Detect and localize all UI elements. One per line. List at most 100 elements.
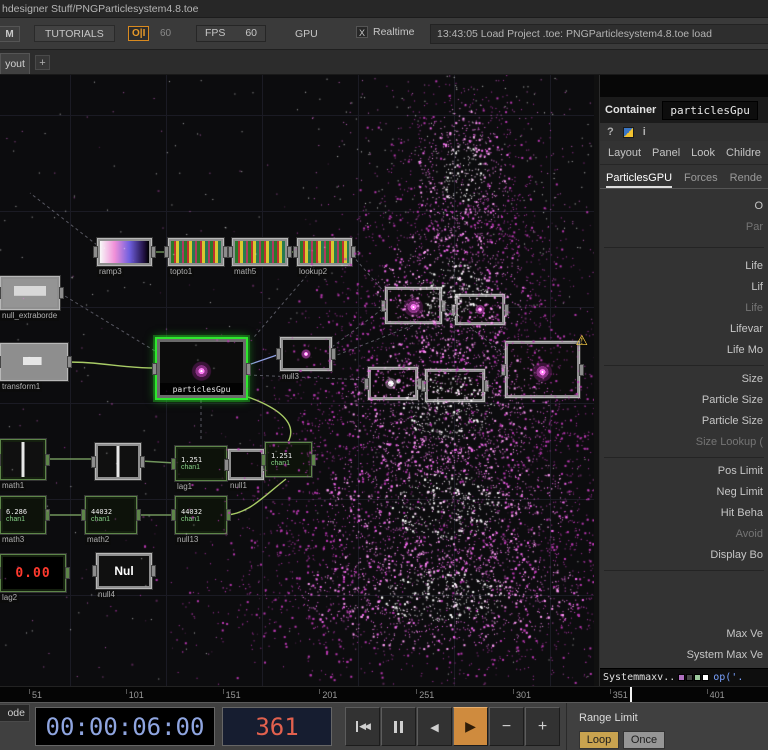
python-icon[interactable] bbox=[622, 126, 634, 138]
node-top-b[interactable] bbox=[451, 294, 509, 325]
param-label[interactable]: Par bbox=[600, 217, 768, 238]
node-ramp3[interactable]: ramp3 bbox=[93, 238, 156, 277]
param-page-forces[interactable]: Forces bbox=[684, 172, 718, 188]
menu-button-m[interactable]: M bbox=[0, 26, 20, 42]
node-lag2[interactable]: 0.00 lag2 bbox=[0, 554, 70, 603]
node-text: Nul bbox=[99, 556, 149, 586]
menu-bar: M TUTORIALS O|I 60 FPS 60 GPU X Realtime… bbox=[0, 18, 768, 50]
transport-bar: ode 00:00:06:00 361 Range Limit Loop Onc… bbox=[0, 702, 768, 750]
pause-button[interactable] bbox=[381, 707, 416, 746]
param-label[interactable]: Life Mo bbox=[600, 340, 768, 361]
param-separator bbox=[600, 238, 768, 256]
node-label: ramp3 bbox=[97, 267, 124, 277]
mode-selector[interactable]: ode bbox=[0, 704, 30, 722]
realtime-toggle[interactable]: X Realtime bbox=[356, 26, 414, 38]
node-null3[interactable]: null3 bbox=[276, 337, 336, 382]
node-null4[interactable]: Nul null4 bbox=[92, 553, 156, 600]
realtime-checkbox-icon[interactable]: X bbox=[356, 26, 368, 38]
param-label[interactable]: Lifevar bbox=[600, 319, 768, 340]
node-null13[interactable]: 44032 chan1 null13 bbox=[171, 496, 231, 545]
decrement-frame-button[interactable] bbox=[489, 707, 524, 746]
node-null1[interactable]: null1 bbox=[224, 449, 268, 491]
jump-to-start-button[interactable] bbox=[345, 707, 380, 746]
param-label[interactable]: Display Bo bbox=[600, 545, 768, 566]
playhead-marker[interactable] bbox=[630, 687, 632, 703]
param-label[interactable]: Life bbox=[600, 256, 768, 277]
node-thumbnail bbox=[283, 340, 329, 368]
panel-icon-row: ? i bbox=[600, 123, 768, 141]
node-math5[interactable]: math5 bbox=[228, 238, 292, 277]
node-chop-a[interactable]: 1.251 chan1 bbox=[261, 442, 316, 477]
fps-indicator[interactable]: FPS 60 bbox=[196, 25, 266, 42]
param-separator bbox=[600, 453, 768, 461]
network-editor[interactable]: ramp3 topto1 math5 lookup2 null_extrabordetr… bbox=[0, 75, 594, 686]
node-top-e[interactable]: ⚠ bbox=[501, 333, 588, 398]
node-topto1[interactable]: topto1 bbox=[164, 238, 228, 277]
node-thumbnail bbox=[508, 344, 577, 395]
node-label: math5 bbox=[232, 267, 259, 277]
param-label[interactable]: Particle Size bbox=[600, 411, 768, 432]
node-math2[interactable]: 44032 chan1 math2 bbox=[81, 496, 141, 545]
step-back-button[interactable] bbox=[417, 707, 452, 746]
node-label: null4 bbox=[96, 590, 117, 600]
node-select1[interactable] bbox=[91, 443, 145, 480]
param-separator bbox=[600, 361, 768, 369]
timeline-ruler[interactable]: 51 101 151 201 251 301 351 401 bbox=[0, 686, 768, 703]
output-toggle[interactable]: O|I bbox=[128, 26, 150, 41]
add-tab-button[interactable]: + bbox=[35, 55, 50, 70]
layout-tab[interactable]: yout bbox=[0, 53, 30, 74]
info-icon[interactable]: i bbox=[643, 126, 646, 138]
param-label[interactable]: Pos Limit bbox=[600, 461, 768, 482]
param-label[interactable]: Lif bbox=[600, 277, 768, 298]
param-label[interactable]: Avoid bbox=[600, 524, 768, 545]
param-label[interactable]: Size Lookup ( bbox=[600, 432, 768, 453]
param-page-rende[interactable]: Rende bbox=[730, 172, 762, 188]
node-lag1[interactable]: 1.251 chan1 lag1 bbox=[171, 446, 231, 492]
param-page-particlesgpu[interactable]: ParticlesGPU bbox=[606, 172, 673, 188]
color-swatch bbox=[678, 673, 686, 681]
frame-display[interactable]: 361 bbox=[222, 707, 332, 746]
node-top-c[interactable] bbox=[364, 367, 422, 400]
node-particlesGpu[interactable]: particlesGpu bbox=[152, 337, 251, 400]
loop-button[interactable]: Loop bbox=[579, 731, 619, 749]
increment-frame-button[interactable] bbox=[525, 707, 560, 746]
panel-tab-row: Layout Panel Look Childre bbox=[600, 141, 768, 165]
tab-panel[interactable]: Panel bbox=[652, 147, 680, 159]
tab-layout[interactable]: Layout bbox=[608, 147, 641, 159]
param-label[interactable]: Neg Limit bbox=[600, 482, 768, 503]
warning-icon[interactable]: ⚠ bbox=[575, 333, 588, 347]
ruler-tick: 401 bbox=[706, 687, 725, 703]
window-title: hdesigner Stuff/PNGParticlesystem4.8.toe bbox=[2, 3, 199, 15]
node-math3[interactable]: 6.286 chan1 math3 bbox=[0, 496, 50, 545]
ruler-tick: 201 bbox=[319, 687, 337, 703]
param-label[interactable]: Particle Size bbox=[600, 390, 768, 411]
panel-header: Container particlesGpu bbox=[600, 97, 768, 123]
node-transform1[interactable]: transform1 bbox=[0, 343, 72, 392]
param-label[interactable]: Max Ve bbox=[600, 624, 768, 645]
node-label: lag2 bbox=[0, 593, 20, 603]
ruler-tick: 301 bbox=[512, 687, 531, 703]
play-button[interactable] bbox=[453, 707, 488, 746]
node-null_extraborde[interactable]: null_extraborde bbox=[0, 276, 64, 321]
pause-icon bbox=[394, 720, 403, 733]
param-label[interactable]: Hit Beha bbox=[600, 503, 768, 524]
node-math1[interactable]: math1 bbox=[0, 439, 50, 491]
container-name-field[interactable]: particlesGpu bbox=[662, 100, 758, 120]
help-icon[interactable]: ? bbox=[607, 126, 614, 138]
status-message: 13:43:05 Load Project .toe: PNGParticles… bbox=[430, 24, 768, 44]
node-lookup2[interactable]: lookup2 bbox=[293, 238, 356, 277]
param-label[interactable]: O bbox=[600, 196, 768, 217]
node-thumbnail bbox=[171, 241, 221, 263]
param-label[interactable]: System Max Ve bbox=[600, 645, 768, 666]
timecode-display: 00:00:06:00 bbox=[35, 707, 215, 746]
param-label[interactable]: Life bbox=[600, 298, 768, 319]
gpu-indicator[interactable]: GPU bbox=[295, 28, 318, 40]
node-top-a[interactable] bbox=[381, 287, 446, 324]
param-label[interactable]: Size bbox=[600, 369, 768, 390]
node-top-d[interactable] bbox=[421, 369, 489, 402]
tutorials-button[interactable]: TUTORIALS bbox=[34, 25, 115, 42]
once-button[interactable]: Once bbox=[623, 731, 665, 749]
expression-code[interactable]: op('. bbox=[713, 672, 743, 683]
tab-childre[interactable]: Childre bbox=[726, 147, 761, 159]
tab-look[interactable]: Look bbox=[691, 147, 715, 159]
